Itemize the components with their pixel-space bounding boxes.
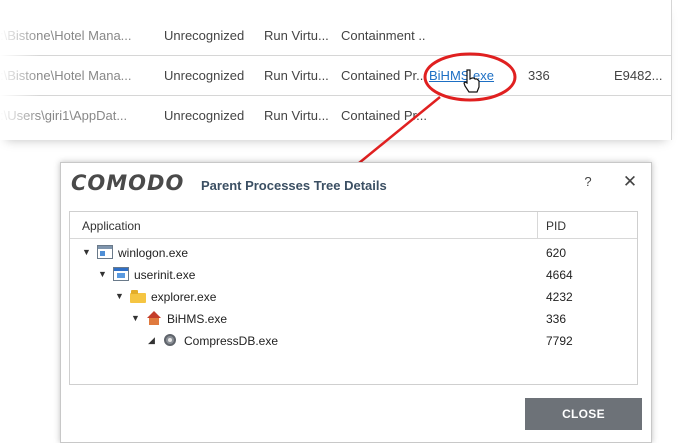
- close-icon[interactable]: ✕: [619, 171, 641, 193]
- dialog-titlebar: COMODO Parent Processes Tree Details ? ✕: [61, 163, 651, 205]
- process-name: userinit.exe: [134, 268, 196, 282]
- help-button[interactable]: ?: [578, 172, 598, 192]
- result-cell: Contained Pr...: [341, 108, 426, 123]
- tree-row[interactable]: ▼ winlogon.exe 620: [70, 242, 637, 264]
- comodo-logo: COMODO: [71, 171, 185, 195]
- process-name: BiHMS.exe: [167, 312, 228, 326]
- process-pid: 4232: [546, 290, 573, 304]
- tree-row[interactable]: ▼ BiHMS.exe 336: [70, 308, 637, 330]
- pid-cell: 336: [528, 68, 550, 83]
- house-icon: [146, 311, 162, 325]
- tree-row[interactable]: ◢ CompressDB.exe 7792: [70, 330, 637, 352]
- gear-app-icon: [162, 333, 178, 347]
- tree-row[interactable]: ▼ explorer.exe 4232: [70, 286, 637, 308]
- status-cell: Unrecognized: [164, 68, 245, 83]
- background-process-table: :\Bistone\Hotel Mana... Unrecognized Run…: [0, 0, 672, 140]
- expand-arrow-icon[interactable]: ◢: [148, 335, 158, 345]
- process-name: CompressDB.exe: [184, 334, 279, 348]
- column-header-application[interactable]: Application: [82, 219, 141, 233]
- process-name: winlogon.exe: [118, 246, 189, 260]
- user-app-icon: [113, 267, 129, 281]
- folder-icon: [130, 289, 146, 303]
- action-cell: Run Virtu...: [264, 108, 329, 123]
- table-row[interactable]: :\Bistone\Hotel Mana... Unrecognized Run…: [0, 56, 671, 96]
- tree-row[interactable]: ▼ userinit.exe 4664: [70, 264, 637, 286]
- result-cell: Contained Pr...: [341, 68, 426, 83]
- process-tree-panel: Application PID ▼ winlogon.exe 620 ▼ use…: [69, 211, 638, 385]
- column-header-pid[interactable]: PID: [546, 219, 566, 233]
- table-row[interactable]: :\Users\giri1\AppDat... Unrecognized Run…: [0, 96, 671, 136]
- window-app-icon: [97, 245, 113, 259]
- status-cell: Unrecognized: [164, 108, 245, 123]
- process-name: explorer.exe: [151, 290, 217, 304]
- expand-arrow-icon[interactable]: ▼: [82, 247, 92, 257]
- expand-arrow-icon[interactable]: ▼: [131, 313, 141, 323]
- close-button[interactable]: CLOSE: [525, 398, 642, 430]
- process-pid: 336: [546, 312, 567, 326]
- process-pid: 4664: [546, 268, 573, 282]
- process-pid: 620: [546, 246, 567, 260]
- expand-arrow-icon[interactable]: ▼: [115, 291, 125, 301]
- process-pid: 7792: [546, 334, 573, 348]
- parent-process-tree-dialog: COMODO Parent Processes Tree Details ? ✕…: [60, 162, 652, 443]
- parent-process-link[interactable]: BiHMS.exe: [429, 56, 519, 95]
- expand-arrow-icon[interactable]: ▼: [98, 269, 108, 279]
- tree-header: Application PID: [70, 212, 637, 239]
- action-cell: Run Virtu...: [264, 68, 329, 83]
- column-divider[interactable]: [537, 212, 538, 239]
- hash-cell: E9482...: [614, 68, 663, 83]
- fade-overlay: [0, 0, 671, 28]
- dialog-title: Parent Processes Tree Details: [201, 178, 387, 193]
